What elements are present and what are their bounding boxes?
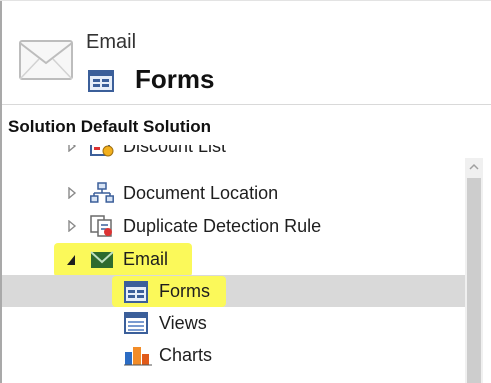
tree-item-label: Email <box>123 249 169 269</box>
expand-arrow-icon[interactable] <box>67 145 77 152</box>
views-icon <box>124 312 148 334</box>
tree-item-label: Duplicate Detection Rule <box>123 216 322 236</box>
tree-item-charts[interactable]: Charts <box>2 339 465 371</box>
envelope-icon <box>19 40 73 80</box>
page-title: Forms <box>135 64 215 94</box>
tree-scrollbar[interactable] <box>465 158 483 383</box>
solution-tree: Discount List Document Location Duplicat… <box>2 145 465 383</box>
form-icon <box>88 70 114 92</box>
expand-arrow-icon[interactable] <box>67 187 77 199</box>
tree-item-document-location[interactable]: Document Location <box>2 177 465 209</box>
tree-item-label: Document Location <box>123 183 279 203</box>
form-icon <box>124 281 148 303</box>
scroll-thumb[interactable] <box>467 178 481 383</box>
tree-item-label: Discount List <box>123 145 227 156</box>
collapse-arrow-icon[interactable] <box>66 254 76 266</box>
charts-icon <box>124 347 152 366</box>
form-header: Email Forms <box>2 1 491 105</box>
tree-item-email[interactable]: Email <box>2 243 465 275</box>
solution-bar: Solution Default Solution <box>2 105 491 145</box>
tree-item-forms[interactable]: Forms <box>2 275 465 307</box>
envelope-icon <box>90 251 114 268</box>
tree-item-label: Forms <box>159 281 210 301</box>
tree-item-duplicate-detection-rule[interactable]: Duplicate Detection Rule <box>2 210 465 242</box>
solution-name: Solution Default Solution <box>8 117 212 136</box>
scroll-up-icon[interactable] <box>465 158 483 176</box>
tree-item-views[interactable]: Views <box>2 307 465 339</box>
tree-item-discount-list[interactable]: Discount List <box>2 145 465 162</box>
document-location-icon <box>90 182 114 203</box>
duplicate-detection-icon <box>90 215 112 237</box>
entity-name: Email <box>86 31 137 53</box>
tree-item-label: Views <box>159 313 207 333</box>
tree-item-label: Charts <box>159 345 213 365</box>
expand-arrow-icon[interactable] <box>67 220 77 232</box>
discount-list-icon <box>90 145 114 157</box>
